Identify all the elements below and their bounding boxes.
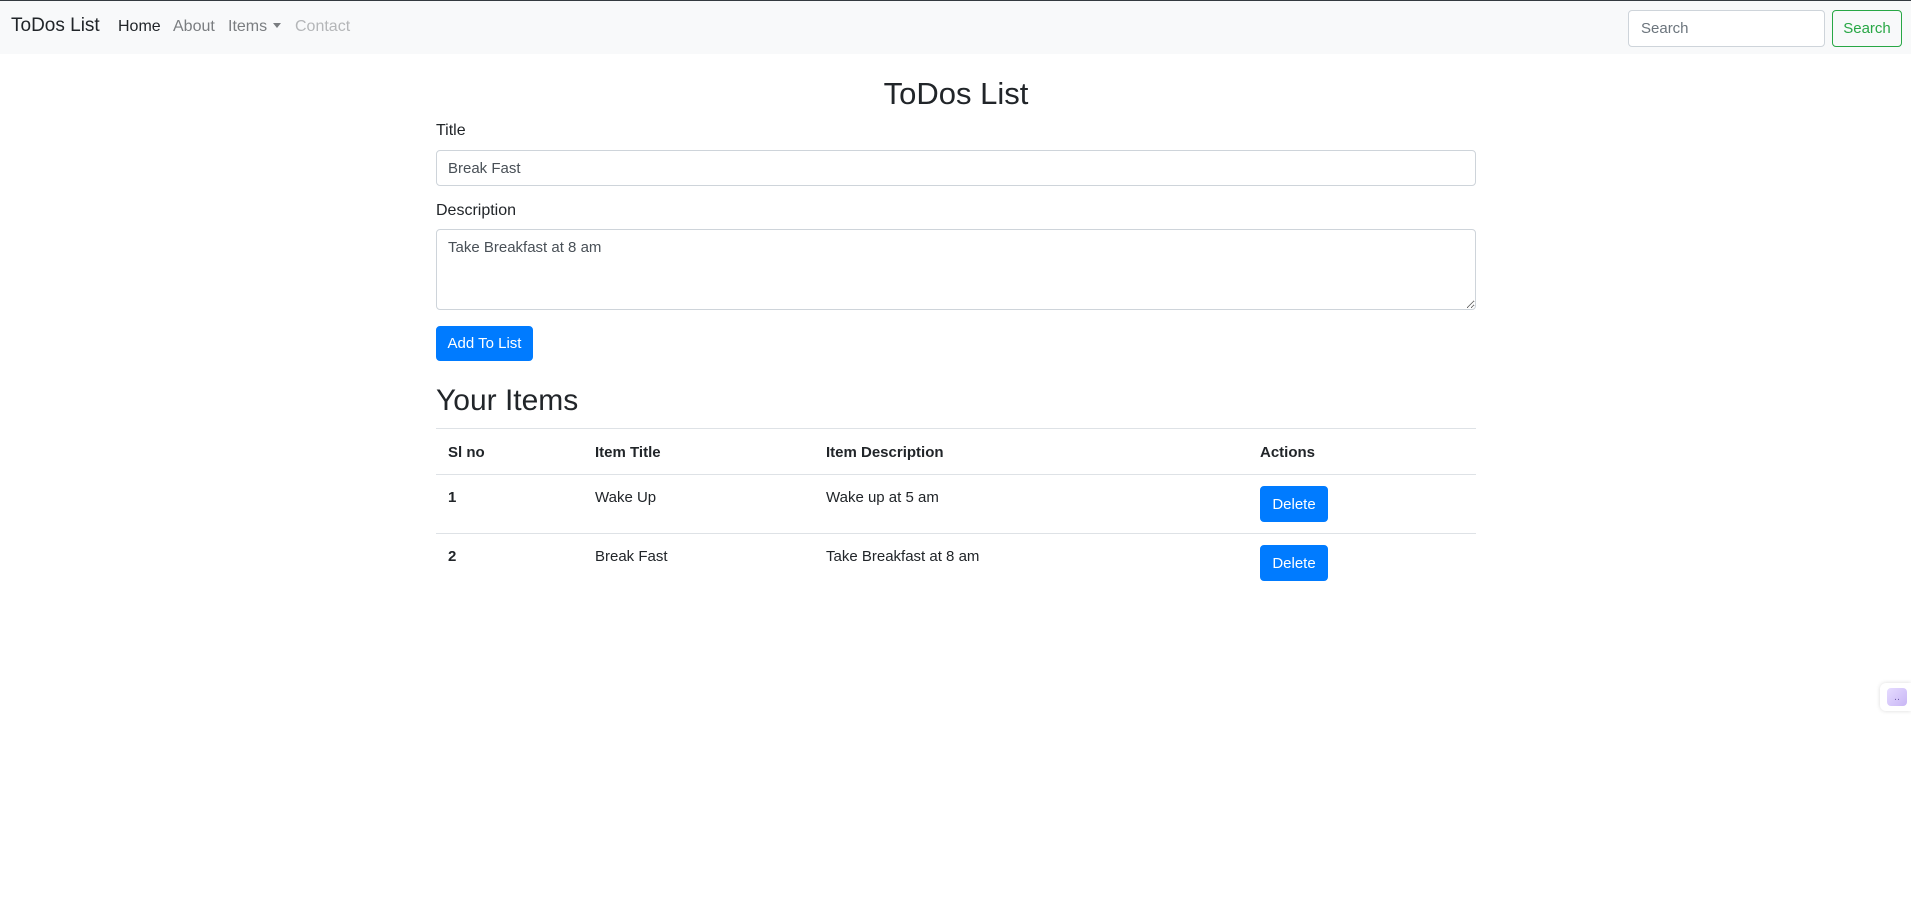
add-to-list-button[interactable]: Add To List — [436, 326, 533, 361]
nav-link-home[interactable]: Home — [118, 18, 161, 36]
table-header-item-description: Item Description — [814, 428, 1248, 475]
navbar: ToDos List Home About Items Contact Sear… — [0, 0, 1911, 54]
page-title: ToDos List — [883, 76, 1029, 111]
items-table: Sl no Item Title Item Description Action… — [436, 428, 1476, 593]
table-cell-item-description: Wake up at 5 am — [814, 474, 1248, 534]
search-input[interactable] — [1628, 10, 1825, 47]
table-cell-actions: Delete — [1248, 533, 1476, 593]
table-header-row: Sl no Item Title Item Description Action… — [436, 428, 1476, 475]
extension-widget-icon: ․․ — [1887, 688, 1907, 706]
delete-button[interactable]: Delete — [1260, 545, 1328, 581]
nav-link-contact[interactable]: Contact — [295, 18, 350, 36]
nav-dropdown-items[interactable]: Items — [228, 18, 282, 36]
table-row: 2 Break Fast Take Breakfast at 8 am Dele… — [436, 533, 1476, 593]
table-row: 1 Wake Up Wake up at 5 am Delete — [436, 474, 1476, 534]
table-cell-item-title: Wake Up — [583, 474, 814, 534]
table-cell-actions: Delete — [1248, 474, 1476, 534]
table-header-item-title: Item Title — [583, 428, 814, 475]
search-button[interactable]: Search — [1832, 10, 1902, 47]
delete-button[interactable]: Delete — [1260, 486, 1328, 522]
nav-dropdown-items-label: Items — [228, 18, 268, 35]
section-title-your-items: Your Items — [436, 384, 579, 417]
table-cell-item-description: Take Breakfast at 8 am — [814, 533, 1248, 593]
navbar-brand[interactable]: ToDos List — [11, 15, 100, 37]
title-label: Title — [436, 122, 466, 139]
title-input[interactable] — [436, 150, 1476, 186]
description-label: Description — [436, 202, 517, 219]
table-cell-sl-no: 2 — [436, 533, 583, 593]
table-header-actions: Actions — [1248, 428, 1476, 475]
table-header-sl-no: Sl no — [436, 428, 583, 475]
caret-down-icon — [273, 23, 282, 28]
table-cell-sl-no: 1 — [436, 474, 583, 534]
nav-link-about[interactable]: About — [173, 18, 215, 36]
extension-widget[interactable]: ․․ — [1880, 683, 1911, 711]
description-textarea[interactable]: Take Breakfast at 8 am — [436, 229, 1476, 310]
table-cell-item-title: Break Fast — [583, 533, 814, 593]
